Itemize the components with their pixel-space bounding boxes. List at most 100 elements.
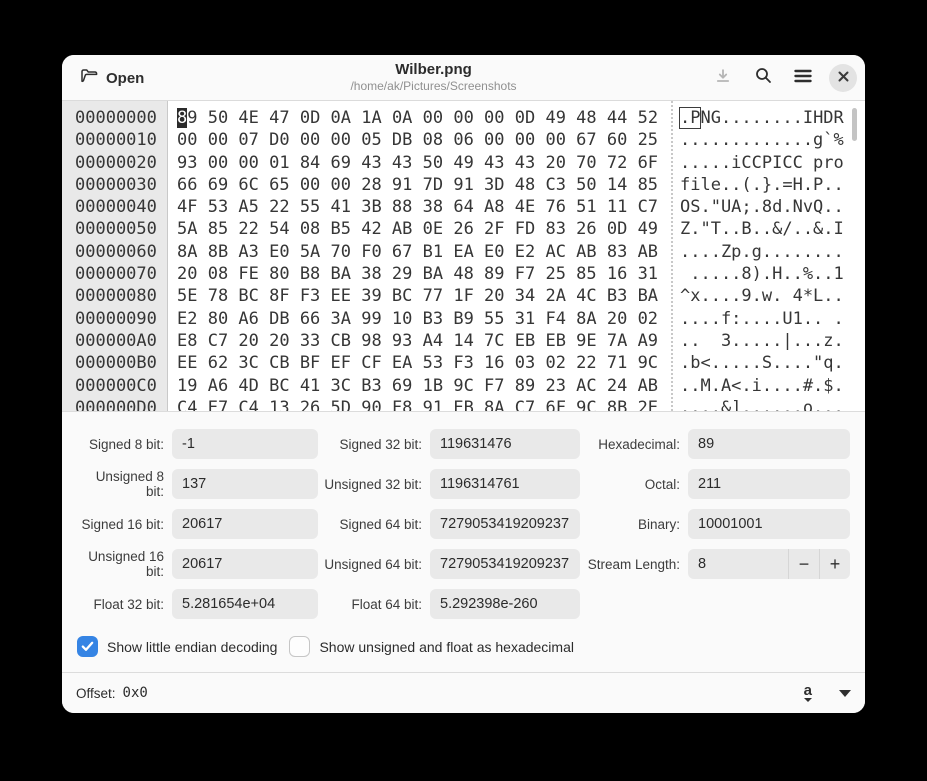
ascii-row[interactable]: .PNG........IHDR bbox=[680, 107, 844, 129]
signed-16-bit-label: Signed 16 bit: bbox=[75, 517, 172, 532]
hex-row[interactable]: 4F 53 A5 22 55 41 3B 88 38 64 A8 4E 76 5… bbox=[177, 196, 658, 218]
offset-row: 00000030 bbox=[75, 174, 167, 196]
hamburger-menu-icon bbox=[794, 69, 812, 88]
stream-length-decrement-button[interactable]: − bbox=[788, 549, 819, 579]
offset-row: 000000D0 bbox=[75, 397, 167, 412]
conversions-column-1: Signed 8 bit:-1 Unsigned 8 bit:137 Signe… bbox=[75, 429, 318, 629]
ascii-row[interactable]: .....iCCPICC pro bbox=[680, 152, 844, 174]
little-endian-checkbox[interactable] bbox=[77, 636, 98, 657]
conversions-column-3: Hexadecimal:89 Octal:211 Binary:10001001… bbox=[580, 429, 850, 589]
ascii-row[interactable]: OS."UA;.8d.NvQ.. bbox=[680, 196, 844, 218]
offset-row: 00000050 bbox=[75, 218, 167, 240]
little-endian-option[interactable]: Show little endian decoding bbox=[77, 636, 277, 657]
search-icon bbox=[755, 67, 772, 89]
hexadecimal-field[interactable]: 89 bbox=[688, 429, 850, 459]
unsigned-8-bit-label: Unsigned 8 bit: bbox=[75, 469, 172, 499]
stream-length-spinner[interactable]: 8 − + bbox=[688, 549, 850, 579]
ascii-row[interactable]: .. 3.....|...z. bbox=[680, 330, 844, 352]
save-download-icon bbox=[715, 68, 731, 89]
float-32-bit-field[interactable]: 5.281654e+04 bbox=[172, 589, 318, 619]
close-window-button[interactable] bbox=[829, 64, 857, 92]
ascii-row[interactable]: ....&]......o... bbox=[680, 397, 844, 412]
unsigned-64-bit-field[interactable]: 7279053419209237 bbox=[430, 549, 580, 579]
float-64-bit-label: Float 64 bit: bbox=[318, 597, 430, 612]
hex-row[interactable]: 5E 78 BC 8F F3 EE 39 BC 77 1F 20 34 2A 4… bbox=[177, 285, 658, 307]
offset-row: 00000040 bbox=[75, 196, 167, 218]
hex-row[interactable]: 20 08 FE 80 B8 BA 38 29 BA 48 89 F7 25 8… bbox=[177, 263, 658, 285]
unsigned-16-bit-field[interactable]: 20617 bbox=[172, 549, 318, 579]
offset-row: 000000A0 bbox=[75, 330, 167, 352]
unsigned-float-hex-option[interactable]: Show unsigned and float as hexadecimal bbox=[289, 636, 574, 657]
offset-row: 000000B0 bbox=[75, 352, 167, 374]
binary-field[interactable]: 10001001 bbox=[688, 509, 850, 539]
ascii-row[interactable]: ....f:....U1.. . bbox=[680, 308, 844, 330]
offset-row: 00000060 bbox=[75, 241, 167, 263]
decode-options: Show little endian decoding Show unsigne… bbox=[77, 636, 574, 657]
ascii-row[interactable]: ....Zp.g........ bbox=[680, 241, 844, 263]
statusbar-dropdown-button[interactable] bbox=[839, 690, 851, 697]
main-menu-button[interactable] bbox=[789, 64, 817, 92]
window-title-block: Wilber.png /home/ak/Pictures/Screenshots bbox=[182, 61, 685, 94]
save-button[interactable] bbox=[709, 64, 737, 92]
conversions-column-2: Signed 32 bit:119631476 Unsigned 32 bit:… bbox=[318, 429, 580, 629]
ascii-row[interactable]: .b<.....S...."q. bbox=[680, 352, 844, 374]
ascii-row[interactable]: .....8).H..%..1 bbox=[680, 263, 844, 285]
unsigned-32-bit-field[interactable]: 1196314761 bbox=[430, 469, 580, 499]
unsigned-float-hex-checkbox[interactable] bbox=[289, 636, 310, 657]
signed-8-bit-label: Signed 8 bit: bbox=[75, 437, 172, 452]
hex-bytes-column[interactable]: 89 50 4E 47 0D 0A 1A 0A 00 00 00 0D 49 4… bbox=[177, 107, 658, 412]
ascii-row[interactable]: .............g`% bbox=[680, 129, 844, 151]
unsigned-8-bit-field[interactable]: 137 bbox=[172, 469, 318, 499]
unsigned-16-bit-label: Unsigned 16 bit: bbox=[75, 549, 172, 579]
offset-row: 00000010 bbox=[75, 129, 167, 151]
signed-32-bit-field[interactable]: 119631476 bbox=[430, 429, 580, 459]
headerbar: Open Wilber.png /home/ak/Pictures/Screen… bbox=[62, 55, 865, 101]
offset-row: 00000070 bbox=[75, 263, 167, 285]
signed-64-bit-label: Signed 64 bit: bbox=[318, 517, 430, 532]
close-icon bbox=[838, 69, 849, 87]
ascii-row[interactable]: ..M.A<.i....#.$. bbox=[680, 375, 844, 397]
hex-row[interactable]: 8A 8B A3 E0 5A 70 F0 67 B1 EA E0 E2 AC A… bbox=[177, 241, 658, 263]
ascii-column[interactable]: .PNG........IHDR.............g`%.....iCC… bbox=[680, 107, 844, 412]
offset-value: 0x0 bbox=[123, 685, 148, 701]
stream-length-label: Stream Length: bbox=[580, 557, 688, 572]
float-64-bit-field[interactable]: 5.292398e-260 bbox=[430, 589, 580, 619]
hex-row[interactable]: E2 80 A6 DB 66 3A 99 10 B3 B9 55 31 F4 8… bbox=[177, 308, 658, 330]
hex-row[interactable]: 5A 85 22 54 08 B5 42 AB 0E 26 2F FD 83 2… bbox=[177, 218, 658, 240]
offset-row: 000000C0 bbox=[75, 375, 167, 397]
scrollbar-thumb[interactable] bbox=[852, 108, 857, 141]
hex-row[interactable]: C4 E7 C4 13 26 5D 90 F8 91 EB 8A C7 6F 9… bbox=[177, 397, 658, 412]
offset-gutter: 0000000000000010000000200000003000000040… bbox=[62, 101, 168, 411]
stream-length-value[interactable]: 8 bbox=[698, 556, 788, 572]
ascii-row[interactable]: file..(.}.=H.P.. bbox=[680, 174, 844, 196]
find-button[interactable] bbox=[749, 64, 777, 92]
hex-row[interactable]: 93 00 00 01 84 69 43 43 50 49 43 43 20 7… bbox=[177, 152, 658, 174]
open-button-label: Open bbox=[106, 70, 144, 87]
stream-length-increment-button[interactable]: + bbox=[819, 549, 850, 579]
ascii-row[interactable]: Z."T..B..&/..&.I bbox=[680, 218, 844, 240]
binary-label: Binary: bbox=[580, 517, 688, 532]
octal-label: Octal: bbox=[580, 477, 688, 492]
insert-mode-indicator[interactable]: a bbox=[804, 684, 812, 702]
window-title: Wilber.png bbox=[182, 61, 685, 79]
float-32-bit-label: Float 32 bit: bbox=[75, 597, 172, 612]
hex-row[interactable]: EE 62 3C CB BF EF CF EA 53 F3 16 03 02 2… bbox=[177, 352, 658, 374]
file-path-subtitle: /home/ak/Pictures/Screenshots bbox=[182, 79, 685, 94]
ascii-row[interactable]: ^x....9.w. 4*L.. bbox=[680, 285, 844, 307]
signed-64-bit-field[interactable]: 7279053419209237 bbox=[430, 509, 580, 539]
statusbar: Offset: 0x0 a bbox=[62, 672, 865, 713]
signed-16-bit-field[interactable]: 20617 bbox=[172, 509, 318, 539]
hex-row[interactable]: 19 A6 4D BC 41 3C B3 69 1B 9C F7 89 23 A… bbox=[177, 375, 658, 397]
hex-row[interactable]: 66 69 6C 65 00 00 28 91 7D 91 3D 48 C3 5… bbox=[177, 174, 658, 196]
hex-ascii-separator bbox=[671, 101, 673, 411]
signed-8-bit-field[interactable]: -1 bbox=[172, 429, 318, 459]
little-endian-label[interactable]: Show little endian decoding bbox=[107, 639, 277, 655]
hex-row[interactable]: E8 C7 20 20 33 CB 98 93 A4 14 7C EB EB 9… bbox=[177, 330, 658, 352]
open-button[interactable]: Open bbox=[75, 63, 150, 93]
unsigned-32-bit-label: Unsigned 32 bit: bbox=[318, 477, 430, 492]
insert-mode-letter: a bbox=[804, 684, 812, 697]
octal-field[interactable]: 211 bbox=[688, 469, 850, 499]
hex-row[interactable]: 00 00 07 D0 00 00 05 DB 08 06 00 00 00 6… bbox=[177, 129, 658, 151]
hex-row[interactable]: 89 50 4E 47 0D 0A 1A 0A 00 00 00 0D 49 4… bbox=[177, 107, 658, 129]
unsigned-float-hex-label[interactable]: Show unsigned and float as hexadecimal bbox=[319, 639, 574, 655]
